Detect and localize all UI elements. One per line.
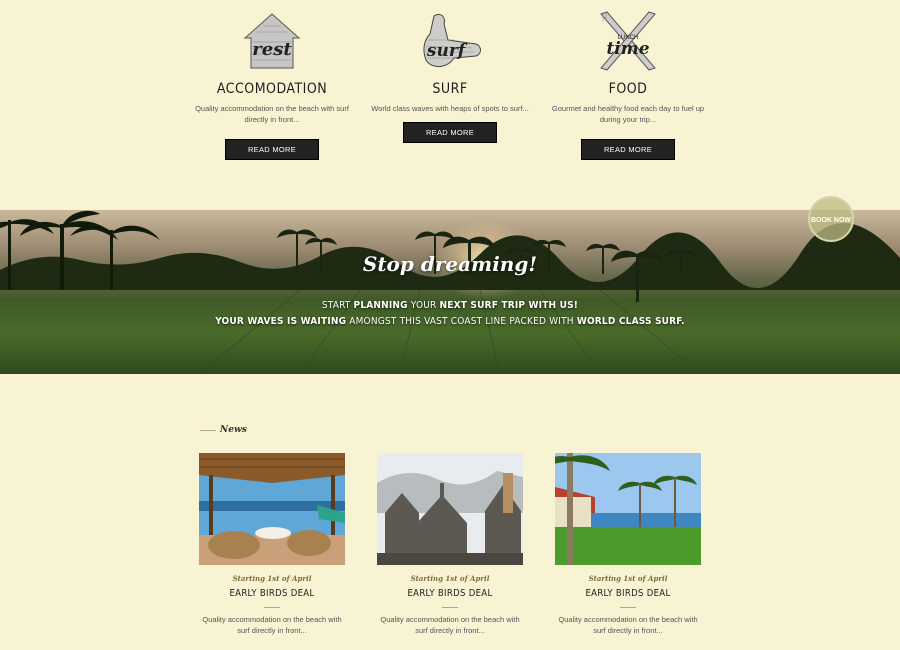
- palm-silhouette-image: [0, 210, 900, 374]
- cutlery-lunch-icon: LUNCH time: [543, 5, 713, 77]
- features-section: rest ACCOMODATION Quality accommodation …: [0, 0, 900, 210]
- news-title[interactable]: EARLY BIRDS DEAL: [199, 588, 345, 599]
- feature-text: Gourmet and healthy food each day to fue…: [551, 104, 705, 124]
- banner-line-1: START PLANNING YOUR NEXT SURF TRIP WITH …: [321, 300, 579, 311]
- news-heading: News: [200, 425, 247, 435]
- feature-accommodation: rest ACCOMODATION Quality accommodation …: [187, 5, 357, 160]
- feature-surf: surf SURF World class waves with heaps o…: [365, 5, 535, 143]
- read-more-button-food[interactable]: READ MORE: [580, 139, 676, 160]
- feature-food: LUNCH time FOOD Gourmet and healthy food…: [543, 5, 713, 160]
- feature-text: Quality accommodation on the beach with …: [195, 104, 349, 124]
- book-now-button[interactable]: BOOK NOW: [808, 196, 854, 242]
- news-card[interactable]: Starting 1st of April EARLY BIRDS DEAL Q…: [555, 453, 701, 636]
- news-card[interactable]: Starting 1st of April EARLY BIRDS DEAL Q…: [377, 453, 523, 636]
- read-more-button-accommodation[interactable]: READ MORE: [224, 139, 320, 160]
- news-excerpt: Quality accommodation on the beach with …: [380, 615, 520, 635]
- news-excerpt: Quality accommodation on the beach with …: [202, 615, 342, 635]
- news-date: Starting 1st of April: [232, 574, 312, 583]
- bali-hut-lounge-photo[interactable]: [199, 453, 345, 565]
- heading-dash: [200, 429, 216, 431]
- news-title[interactable]: EARLY BIRDS DEAL: [377, 588, 523, 599]
- banner-title: Stop dreaming!: [362, 252, 538, 276]
- title-separator: [620, 607, 636, 608]
- hero-banner: Stop dreaming! START PLANNING YOUR NEXT …: [0, 210, 900, 374]
- feature-title: FOOD: [608, 81, 648, 97]
- feature-text: World class waves with heaps of spots to…: [371, 104, 529, 113]
- read-more-button-surf[interactable]: READ MORE: [402, 122, 498, 143]
- title-separator: [442, 607, 458, 608]
- news-title[interactable]: EARLY BIRDS DEAL: [555, 588, 701, 599]
- shaka-surf-icon: surf: [365, 5, 535, 77]
- beach-bungalow-palms-photo[interactable]: [555, 453, 701, 565]
- news-excerpt: Quality accommodation on the beach with …: [558, 615, 698, 635]
- title-separator: [264, 607, 280, 608]
- news-heading-label: News: [220, 425, 247, 435]
- news-date: Starting 1st of April: [410, 574, 490, 583]
- banner-line-2: YOUR WAVES IS WAITING AMONGST THIS VAST …: [215, 316, 685, 327]
- svg-text:surf: surf: [426, 41, 468, 61]
- feature-title: ACCOMODATION: [216, 81, 328, 97]
- temple-stupas-photo[interactable]: [377, 453, 523, 565]
- news-card[interactable]: Starting 1st of April EARLY BIRDS DEAL Q…: [199, 453, 345, 636]
- svg-text:time: time: [606, 39, 649, 59]
- house-rest-icon: rest: [187, 5, 357, 77]
- svg-text:rest: rest: [252, 39, 292, 60]
- news-date: Starting 1st of April: [588, 574, 668, 583]
- feature-title: SURF: [432, 81, 468, 97]
